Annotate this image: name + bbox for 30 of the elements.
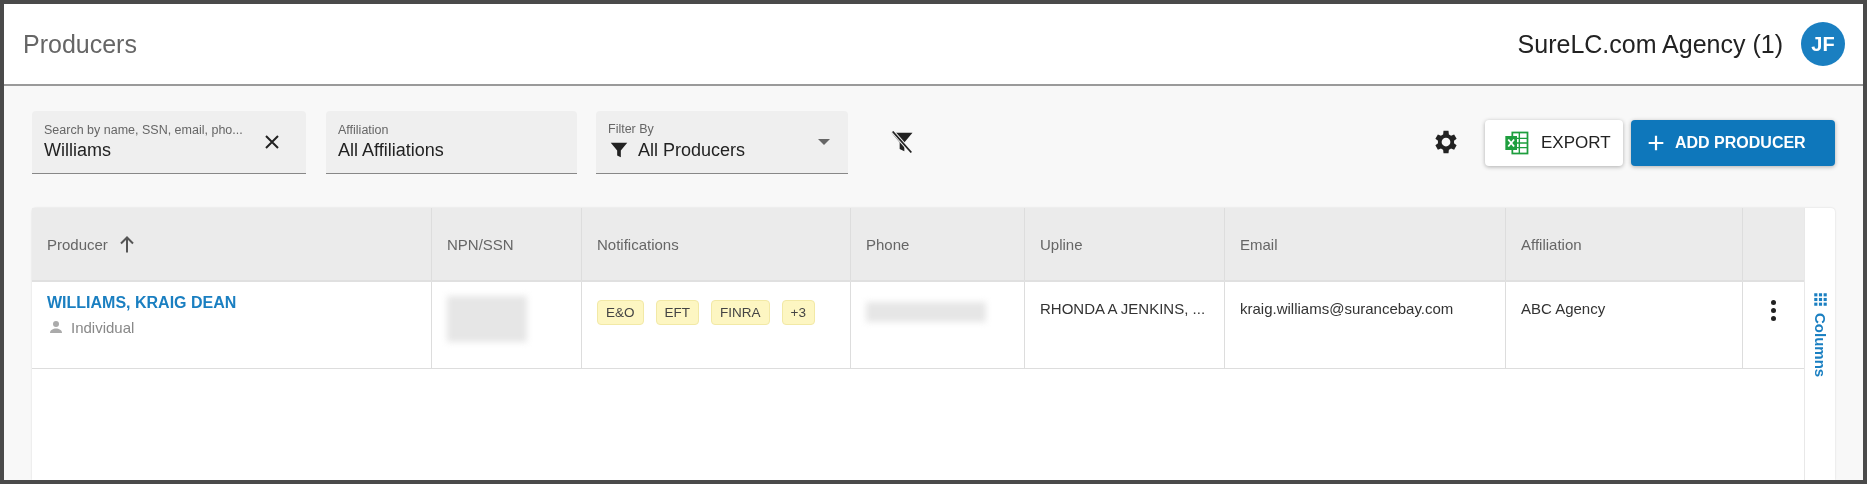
person-icon [47, 318, 65, 336]
filter-by-dropdown[interactable]: Filter By All Producers [596, 110, 848, 174]
column-header[interactable]: Producer [47, 235, 108, 253]
more-icon [1771, 300, 1776, 321]
producer-type: Individual [71, 318, 135, 336]
table-cell: ABC Agency [1521, 300, 1606, 317]
notification-tag[interactable]: +3 [781, 300, 815, 325]
user-avatar[interactable]: JF [1801, 22, 1845, 66]
spreadsheet-icon [1503, 129, 1531, 157]
column-header[interactable]: NPN/SSN [447, 235, 514, 253]
table-cell: kraig.williams@surancebay.com [1240, 300, 1454, 317]
notification-tag[interactable]: EFT [655, 300, 699, 325]
column-header[interactable]: Email [1240, 235, 1278, 253]
columns-button[interactable]: Columns [1811, 292, 1829, 378]
add-producer-button[interactable]: ADD PRODUCER [1631, 120, 1835, 166]
affiliation-field[interactable]: Affiliation All Affiliations [326, 110, 577, 174]
export-button[interactable]: EXPORT [1485, 120, 1623, 166]
grid-icon [1812, 292, 1828, 307]
column-header[interactable]: Phone [866, 235, 910, 253]
caret-icon [818, 138, 830, 145]
page-title: Producers [23, 29, 137, 59]
search-field[interactable]: Search by name, SSN, email, pho... Williams [32, 110, 306, 174]
notification-tag[interactable]: FINRA [711, 300, 770, 325]
table-cell: RHONDA A JENKINS, ... [1040, 300, 1206, 317]
column-header[interactable]: Affiliation [1521, 235, 1582, 253]
notification-tag[interactable]: E&O [597, 300, 644, 325]
agency-name: SureLC.com Agency (1) [1517, 29, 1783, 59]
producer-link[interactable]: WILLIAMS, KRAIG DEAN [47, 294, 237, 312]
column-header[interactable]: Upline [1040, 235, 1083, 253]
column-header[interactable]: Notifications [597, 235, 679, 253]
